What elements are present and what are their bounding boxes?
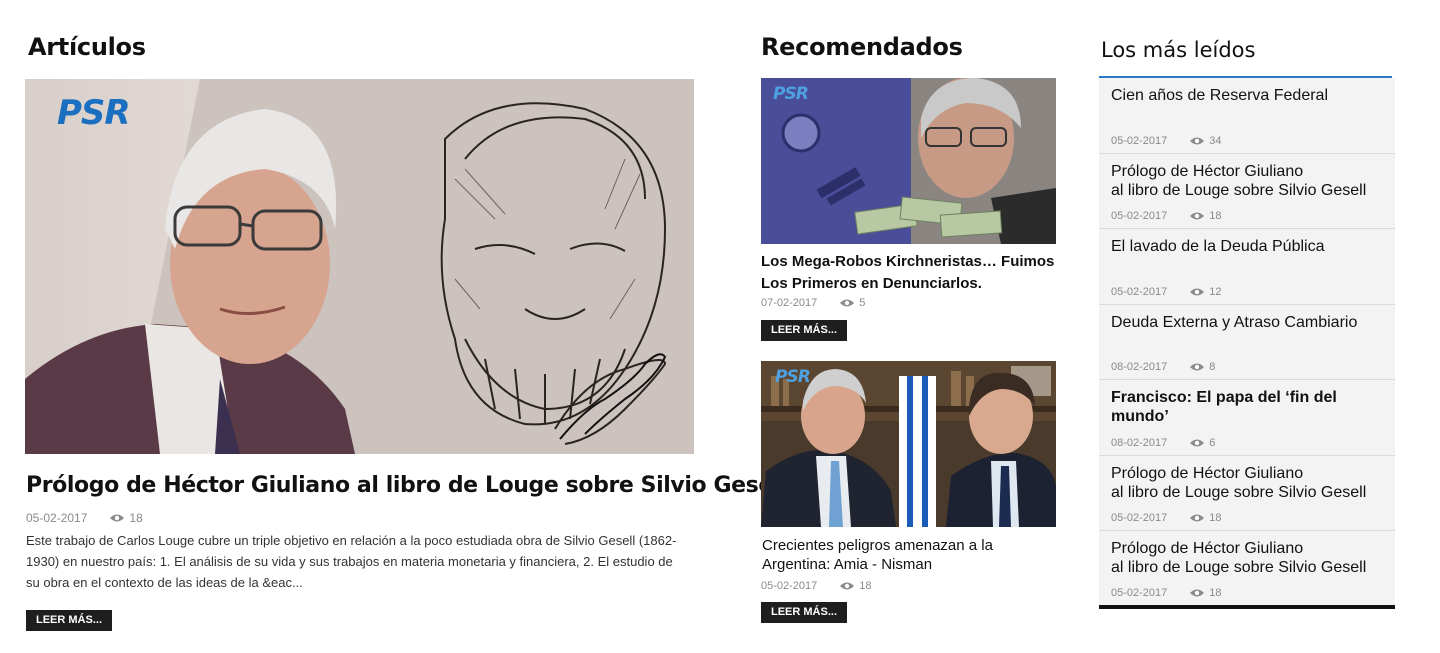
article-date: 05-02-2017 — [1111, 512, 1168, 524]
main-article-image[interactable]: PSR — [25, 79, 694, 454]
most-read-bottom-bar — [1099, 605, 1395, 609]
recommended-meta-1: 07-02-2017 5 — [761, 297, 865, 309]
most-read-item[interactable]: Prólogo de Héctor Giuliano al libro de L… — [1099, 456, 1395, 531]
article-views: 5 — [859, 297, 866, 309]
most-read-title[interactable]: Prólogo de Héctor Giuliano al libro de L… — [1111, 464, 1383, 502]
most-read-item[interactable]: El lavado de la Deuda Pública 05-02-2017… — [1099, 229, 1395, 305]
psr-logo: PSR — [773, 84, 809, 104]
eye-icon — [1190, 363, 1205, 371]
article-views: 8 — [1209, 361, 1216, 373]
article-views: 18 — [1209, 512, 1222, 524]
most-read-title[interactable]: El lavado de la Deuda Pública — [1111, 237, 1383, 256]
recommended-image-1[interactable]: PSR — [761, 78, 1056, 244]
article-date: 05-02-2017 — [761, 580, 818, 592]
article-views: 12 — [1209, 286, 1222, 298]
eye-icon — [1190, 439, 1205, 447]
psr-logo: PSR — [775, 367, 811, 387]
most-read-title[interactable]: Francisco: El papa del ‘fin del mundo’ — [1111, 388, 1383, 426]
article-date: 08-02-2017 — [1111, 437, 1168, 449]
recommended-meta-2: 05-02-2017 18 — [761, 580, 872, 592]
read-more-button[interactable]: LEER MÁS... — [761, 602, 848, 623]
most-read-item[interactable]: Cien años de Reserva Federal 05-02-2017 3… — [1099, 78, 1395, 154]
article-views: 34 — [1209, 135, 1222, 147]
article-date: 05-02-2017 — [1111, 286, 1168, 298]
most-read-title[interactable]: Prólogo de Héctor Giuliano al libro de L… — [1111, 162, 1383, 200]
article-views: 18 — [1209, 210, 1222, 222]
eye-icon — [1190, 137, 1205, 145]
recommended-image-2[interactable]: PSR — [761, 361, 1056, 527]
recommended-heading: Recomendados — [761, 33, 963, 61]
most-read-item[interactable]: Francisco: El papa del ‘fin del mundo’ 0… — [1099, 380, 1395, 456]
main-article-excerpt: Este trabajo de Carlos Louge cubre un tr… — [26, 533, 677, 590]
main-article-meta: 05-02-2017 18 — [26, 511, 143, 525]
article-date: 05-02-2017 — [26, 511, 88, 525]
eye-icon — [1190, 589, 1205, 597]
article-date: 07-02-2017 — [761, 297, 818, 309]
most-read-item[interactable]: Prólogo de Héctor Giuliano al libro de L… — [1099, 154, 1395, 229]
most-read-title[interactable]: Cien años de Reserva Federal — [1111, 86, 1383, 105]
most-read-title[interactable]: Prólogo de Héctor Giuliano al libro de L… — [1111, 539, 1383, 577]
main-article-title[interactable]: Prólogo de Héctor Giuliano al libro de L… — [26, 473, 788, 498]
article-views: 6 — [1209, 437, 1216, 449]
eye-icon — [110, 514, 125, 522]
eye-icon — [1190, 288, 1205, 296]
most-read-title[interactable]: Deuda Externa y Atraso Cambiario — [1111, 313, 1383, 332]
read-more-button[interactable]: LEER MÁS... — [761, 320, 848, 341]
article-date: 05-02-2017 — [1111, 587, 1168, 599]
eye-icon — [1190, 212, 1205, 220]
eye-icon — [840, 582, 855, 590]
most-read-item[interactable]: Deuda Externa y Atraso Cambiario 08-02-2… — [1099, 305, 1395, 380]
eye-icon — [840, 299, 855, 307]
article-date: 05-02-2017 — [1111, 135, 1168, 147]
most-read-heading: Los más leídos — [1101, 38, 1256, 62]
article-views: 18 — [1209, 587, 1222, 599]
most-read-item[interactable]: Prólogo de Héctor Giuliano al libro de L… — [1099, 531, 1395, 605]
psr-logo: PSR — [57, 93, 131, 133]
article-views: 18 — [859, 580, 872, 592]
article-date: 08-02-2017 — [1111, 361, 1168, 373]
recommended-title-1[interactable]: Los Mega-Robos Kirchneristas… Fuimos Los… — [761, 251, 1061, 295]
articles-heading: Artículos — [28, 33, 146, 61]
eye-icon — [1190, 514, 1205, 522]
read-more-button[interactable]: LEER MÁS... — [26, 610, 113, 631]
article-date: 05-02-2017 — [1111, 210, 1168, 222]
article-views: 18 — [129, 511, 143, 525]
recommended-title-2[interactable]: Crecientes peligros amenazan a la Argent… — [762, 536, 1057, 574]
